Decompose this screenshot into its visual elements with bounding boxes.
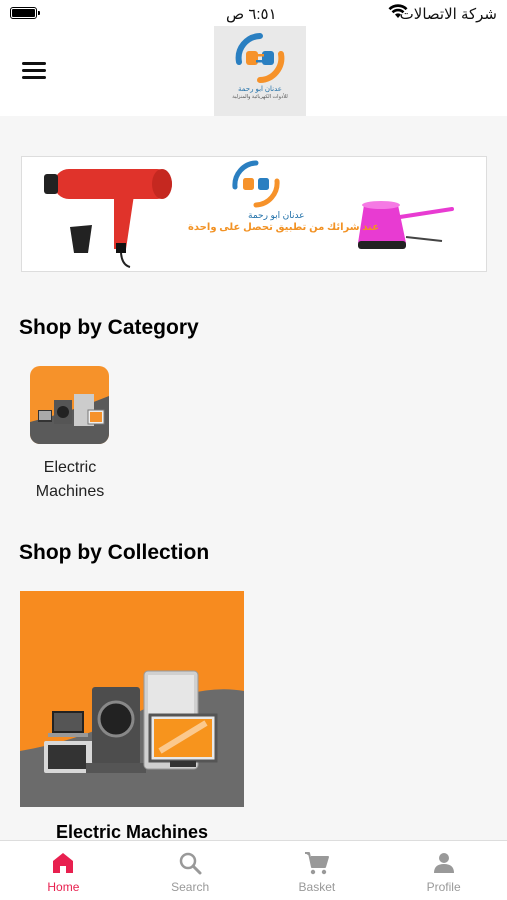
tab-search[interactable]: Search: [127, 841, 254, 900]
tab-home[interactable]: Home: [0, 841, 127, 900]
bottom-tab-bar: Home Search Basket Profile: [0, 840, 507, 900]
logo-name: عدنان ابو رحمة: [238, 86, 282, 93]
user-icon: [433, 853, 454, 873]
cart-icon: [304, 852, 329, 875]
tab-profile[interactable]: Profile: [380, 841, 507, 900]
collection-card-image[interactable]: [20, 591, 244, 807]
home-icon: [53, 853, 74, 873]
battery-icon: [10, 7, 40, 19]
tab-search-label: Search: [171, 880, 210, 894]
app-header: عدنان ابو رحمة للأدوات الكهربائية والمنز…: [0, 26, 507, 116]
category-card[interactable]: [30, 366, 110, 444]
status-time: ٦:٥١ ص: [226, 6, 277, 23]
banner-logo-icon: [232, 160, 280, 208]
search-icon: [179, 852, 202, 875]
category-label[interactable]: Electric Machines: [24, 456, 116, 504]
logo-subtitle: للأدوات الكهربائية والمنزلية: [232, 94, 288, 100]
tab-profile-label: Profile: [426, 880, 461, 894]
plug-logo-icon: [235, 33, 285, 83]
tab-basket-label: Basket: [298, 880, 336, 894]
carrier-name: شركة الاتصالات: [399, 6, 497, 23]
brand-logo: عدنان ابو رحمة للأدوات الكهربائية والمنز…: [214, 26, 306, 116]
category-image: [30, 366, 109, 444]
banner-promo-text: عند شرائك من تطبيق تحصل على واحدة: [188, 222, 380, 233]
tab-home-label: Home: [47, 880, 80, 894]
category-section-title: Shop by Category: [19, 316, 199, 339]
status-bar: ٦:٥١ ص شركة الاتصالات: [0, 0, 507, 26]
banner-brand-name: عدنان ابو رحمة: [248, 210, 305, 220]
menu-button[interactable]: [22, 62, 48, 80]
tab-basket[interactable]: Basket: [254, 841, 381, 900]
promo-banner[interactable]: عدنان ابو رحمة عند شرائك من تطبيق تحصل ع…: [21, 156, 487, 272]
collection-section-title: Shop by Collection: [19, 541, 210, 564]
hair-dryer-image: [44, 169, 172, 268]
